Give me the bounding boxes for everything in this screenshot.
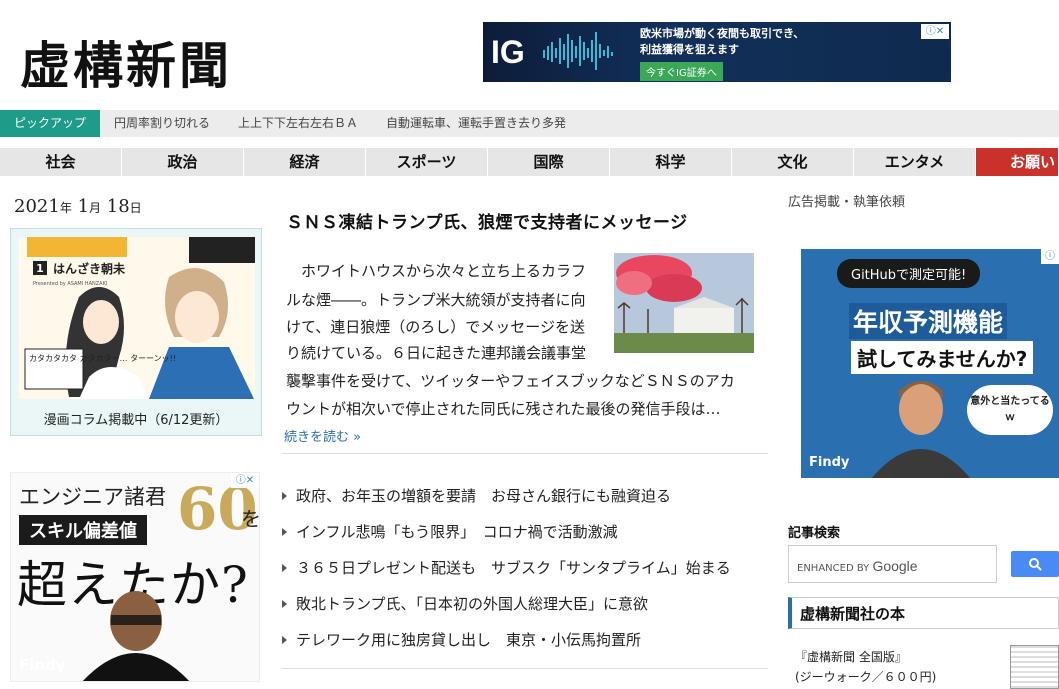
ad-headline: エンジニア諸君: [19, 485, 166, 509]
bullet-icon: [282, 600, 287, 608]
ad-speech-bubble: 意外と当たってるｗ: [967, 385, 1053, 435]
date-month-unit: 月: [89, 201, 102, 215]
findy-logo: Findy: [809, 455, 850, 470]
bullet-icon: [282, 492, 287, 500]
search-icon: [1029, 558, 1042, 571]
ad-line-1: 欧米市場が動く夜間も取引でき、: [640, 27, 805, 40]
ad-particle: を: [241, 507, 260, 531]
nav-tab-sports[interactable]: スポーツ: [366, 148, 488, 176]
ad-line-2: 利益獲得を狙えます: [640, 43, 739, 56]
category-nav: 社会 政治 経済 スポーツ 国際 科学 文化 エンタメ お願い: [0, 148, 1059, 176]
books-section-title: 虚構新聞社の本: [788, 597, 1059, 629]
date-day: 18: [106, 196, 130, 217]
news-item-title: ３６５日プレゼント配送も サブスク「サンタプライム」始まる: [296, 559, 731, 577]
manga-volume-number: 1: [36, 262, 44, 275]
news-item[interactable]: 敗北トランプ氏、「日本初の外国人総理大臣」に意欲: [282, 586, 768, 622]
news-item-title: 敗北トランプ氏、「日本初の外国人総理大臣」に意欲: [296, 595, 649, 613]
manga-caption: 漫画コラム掲載中（6/12更新）: [43, 413, 229, 428]
bullet-icon: [282, 564, 287, 572]
bullet-icon: [282, 528, 287, 536]
ad-github-bubble: GitHubで測定可能!: [837, 259, 981, 288]
current-date: 2021年 1月 18日: [14, 196, 142, 217]
top-banner-ad[interactable]: IG 欧米市場が動く夜間も取引でき、 利益獲得を狙えます 今すぐIG証券へ ⓘ✕: [483, 22, 951, 82]
pickup-item[interactable]: 円周率割り切れる: [114, 110, 210, 137]
divider: [282, 668, 768, 669]
pickup-bar: ピックアップ 円周率割り切れる 上上下下左右左右ＢＡ 自動運転車、運転手置き去り…: [0, 110, 1059, 137]
nav-tab-international[interactable]: 国際: [488, 148, 610, 176]
article-body-line: 襲撃事件を受けて、ツイッターやフェイスブックなどＳＮＳのアカ: [286, 372, 735, 390]
adchoices-icon[interactable]: ⓘ✕: [231, 473, 259, 488]
divider: [282, 453, 768, 454]
book-cover-image[interactable]: [1010, 645, 1059, 689]
article-body-line: けて、連日狼煙（のろし）でメッセージを送: [286, 318, 585, 336]
read-more-link[interactable]: 続きを読む »: [284, 426, 361, 445]
manga-author: はんざき朝未: [53, 261, 125, 276]
nav-tab-society[interactable]: 社会: [0, 148, 122, 176]
pickup-item[interactable]: 上上下下左右左右ＢＡ: [238, 110, 358, 137]
article-photo[interactable]: [614, 253, 754, 353]
pickup-label: ピックアップ: [0, 110, 100, 137]
left-findy-ad[interactable]: エンジニア諸君 スキル偏差値 60 を 超えたか? Findy ⓘ✕: [10, 472, 260, 682]
ad-skill-label: スキル偏差値: [19, 515, 147, 545]
news-list: 政府、お年玉の増額を要請 お母さん銀行にも融資迫る インフル悲鳴「もう限界」 コ…: [282, 478, 768, 658]
book-title-link[interactable]: 『虚構新聞 全国版』: [795, 648, 907, 665]
manga-column-banner[interactable]: 1 はんざき朝未 Presented by ASAMI HANZAKI カタカタ…: [10, 228, 262, 436]
advertise-link[interactable]: 広告掲載・執筆依頼: [788, 191, 905, 210]
nav-tab-economy[interactable]: 経済: [244, 148, 366, 176]
news-item[interactable]: テレワーク用に独房貸し出し 東京・小伝馬拘置所: [282, 622, 768, 658]
date-month: 1: [77, 196, 90, 217]
findy-logo: Findy: [19, 656, 66, 674]
manga-speech: カタカタカタ カタカター… ターーンッ!!: [29, 354, 176, 363]
nav-tab-politics[interactable]: 政治: [122, 148, 244, 176]
article-body-line: り続けている。６日に起きた連邦議会議事堂: [286, 344, 587, 362]
book-publisher-price: (ジーウォーク／６００円): [795, 670, 937, 684]
nav-tab-entertainment[interactable]: エンタメ: [854, 148, 976, 176]
search-enhanced-label: ENHANCED BY: [797, 563, 870, 574]
search-button[interactable]: [1011, 551, 1059, 577]
nav-tab-science[interactable]: 科学: [610, 148, 732, 176]
news-item[interactable]: インフル悲鳴「もう限界」 コロナ禍で活動激減: [282, 514, 768, 550]
ad-brand: IG: [491, 34, 525, 70]
ad-chart-graphic: [543, 32, 613, 70]
news-item[interactable]: ３６５日プレゼント配送も サブスク「サンタプライム」始まる: [282, 550, 768, 586]
ad-person-illustration: [871, 381, 971, 478]
search-section-title: 記事検索: [788, 526, 841, 541]
manga-author-en: Presented by ASAMI HANZAKI: [33, 281, 107, 287]
adchoices-icon[interactable]: ⓘ✕: [921, 24, 949, 39]
article-headline[interactable]: ＳＮＳ凍結トランプ氏、狼煙で支持者にメッセージ: [286, 208, 688, 233]
ad-cta-button[interactable]: 今すぐIG証券へ: [640, 62, 723, 81]
date-day-unit: 日: [129, 201, 142, 215]
right-findy-ad[interactable]: GitHubで測定可能! 年収予測機能 試してみませんか? 意外と当たってるｗ …: [801, 249, 1059, 478]
ad-person-illustration: [82, 591, 190, 681]
date-year-unit: 年: [59, 201, 72, 215]
bullet-icon: [282, 636, 287, 644]
ad-headline: 年収予測機能: [849, 303, 1008, 339]
nav-tab-culture[interactable]: 文化: [732, 148, 854, 176]
article-body-line: ウントが相次いで停止された同氏に残された最後の発信手段は…: [286, 400, 721, 418]
nav-tab-request[interactable]: お願い: [976, 148, 1059, 176]
news-item[interactable]: 政府、お年玉の増額を要請 お母さん銀行にも融資迫る: [282, 478, 768, 514]
article-body-line: ルな煙――。トランプ米大統領が支持者に向: [286, 291, 586, 309]
article-body-line: ホワイトハウスから次々と立ち上るカラフ: [286, 262, 587, 280]
adchoices-icon[interactable]: ⓘ: [1041, 249, 1059, 264]
search-input[interactable]: ENHANCED BY Google: [788, 545, 997, 583]
news-item-title: テレワーク用に独房貸し出し 東京・小伝馬拘置所: [296, 631, 642, 649]
site-logo[interactable]: 虚構新聞: [20, 26, 232, 98]
google-logo: Google: [872, 558, 918, 574]
date-year: 2021: [14, 196, 60, 217]
manga-illustration: 1 はんざき朝未 Presented by ASAMI HANZAKI カタカタ…: [19, 237, 255, 399]
news-item-title: インフル悲鳴「もう限界」 コロナ禍で活動激減: [296, 523, 618, 541]
news-item-title: 政府、お年玉の増額を要請 お母さん銀行にも融資迫る: [296, 487, 672, 505]
pickup-item[interactable]: 自動運転車、運転手置き去り多発: [386, 110, 566, 137]
